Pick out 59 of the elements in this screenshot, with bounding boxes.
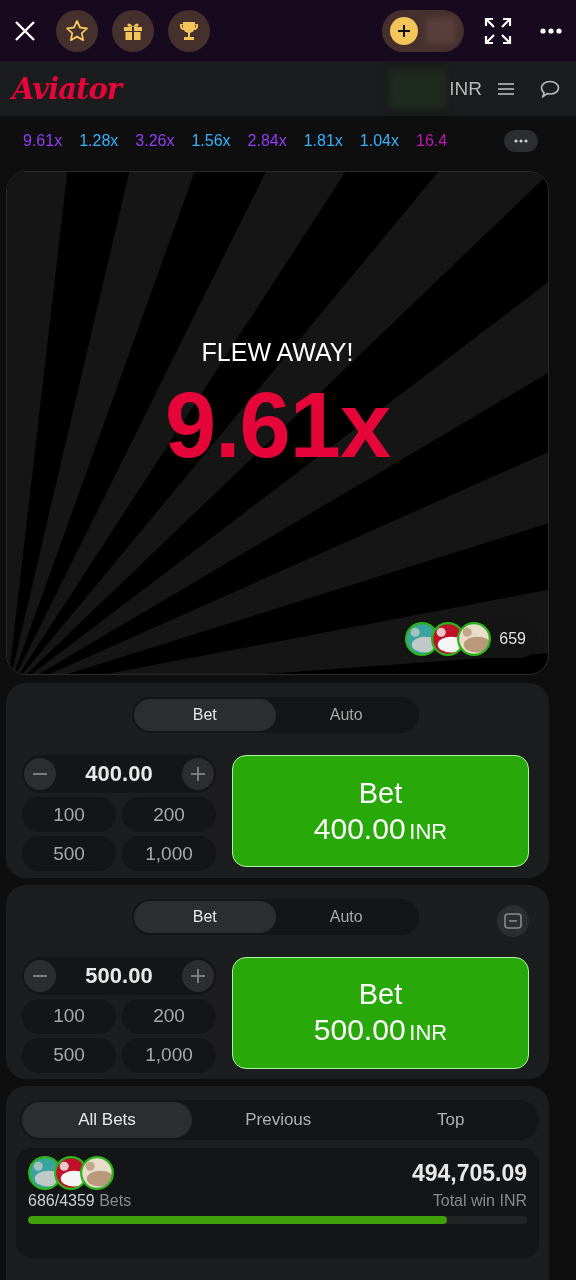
bets-tab[interactable]: Top [364, 1101, 537, 1138]
multiplier-history-item: 16.4 [416, 132, 448, 151]
gift-button[interactable] [112, 9, 154, 52]
crash-multiplier: 9.61x [164, 372, 391, 478]
quick-amount-button[interactable]: 500 [22, 836, 116, 872]
chat-icon[interactable] [540, 79, 560, 98]
trophy-button[interactable] [168, 9, 210, 52]
quick-amount-button[interactable]: 500 [22, 1037, 116, 1073]
star-icon [65, 18, 89, 43]
close-icon[interactable] [14, 19, 36, 42]
minus-icon [33, 773, 47, 776]
players-count: 659 [499, 630, 526, 649]
amount-stepper[interactable]: 400.00 [22, 755, 216, 794]
mode-tab[interactable]: Auto [275, 699, 417, 732]
bets-label: Bets [99, 1191, 132, 1209]
mode-tab[interactable]: Bet [134, 699, 276, 732]
bets-tab[interactable]: All Bets [22, 1101, 192, 1138]
quick-amount-button[interactable]: 1,000 [122, 1037, 216, 1073]
increase-button[interactable] [182, 959, 214, 992]
quick-amount-button[interactable]: 200 [122, 797, 216, 833]
total-win-amount: 494,705.09 [411, 1159, 527, 1187]
multiplier-history-item: 9.61x [23, 132, 63, 151]
more-history-button[interactable] [504, 130, 538, 153]
multiplier-history-item: 1.81x [303, 132, 343, 151]
quick-amount-button[interactable]: 200 [122, 998, 216, 1034]
remove-panel-button[interactable] [497, 904, 529, 937]
currency-label: INR [449, 77, 482, 100]
bets-count: 686/4359 [28, 1191, 95, 1209]
fullscreen-icon[interactable] [484, 16, 512, 45]
quick-amount-button[interactable]: 100 [22, 797, 116, 833]
bet-amount: 400.00 [85, 761, 153, 788]
decrease-button[interactable] [24, 758, 56, 791]
plus-icon [191, 968, 205, 983]
multiplier-history-item: 3.26x [135, 132, 175, 151]
plus-icon [397, 23, 411, 38]
mode-tab[interactable]: Bet [134, 900, 276, 933]
trophy-icon [178, 19, 200, 42]
more-icon[interactable] [540, 27, 562, 34]
round-status: FLEW AWAY! [201, 337, 354, 367]
bet-amount: 500.00 [85, 962, 153, 989]
minus-square-icon [504, 912, 522, 929]
multiplier-history-item: 2.84x [247, 132, 287, 151]
quick-amount-button[interactable]: 100 [22, 998, 116, 1034]
balance-pill[interactable] [382, 9, 464, 52]
multiplier-history-item: 1.04x [359, 132, 399, 151]
total-win-label: Total win INR [432, 1191, 527, 1210]
decrease-button[interactable] [24, 959, 56, 992]
mode-tab[interactable]: Auto [275, 900, 417, 933]
minus-icon [33, 974, 47, 977]
favorite-button[interactable] [56, 9, 98, 52]
menu-icon[interactable] [498, 81, 514, 96]
quick-amount-button[interactable]: 1,000 [122, 836, 216, 872]
more-icon [514, 139, 528, 144]
bets-tab[interactable]: Previous [192, 1101, 365, 1138]
plus-icon [191, 767, 205, 782]
multiplier-history-item: 1.56x [191, 132, 231, 151]
multiplier-history-item: 1.28x [79, 132, 119, 151]
increase-button[interactable] [182, 758, 214, 791]
amount-stepper[interactable]: 500.00 [22, 956, 216, 995]
